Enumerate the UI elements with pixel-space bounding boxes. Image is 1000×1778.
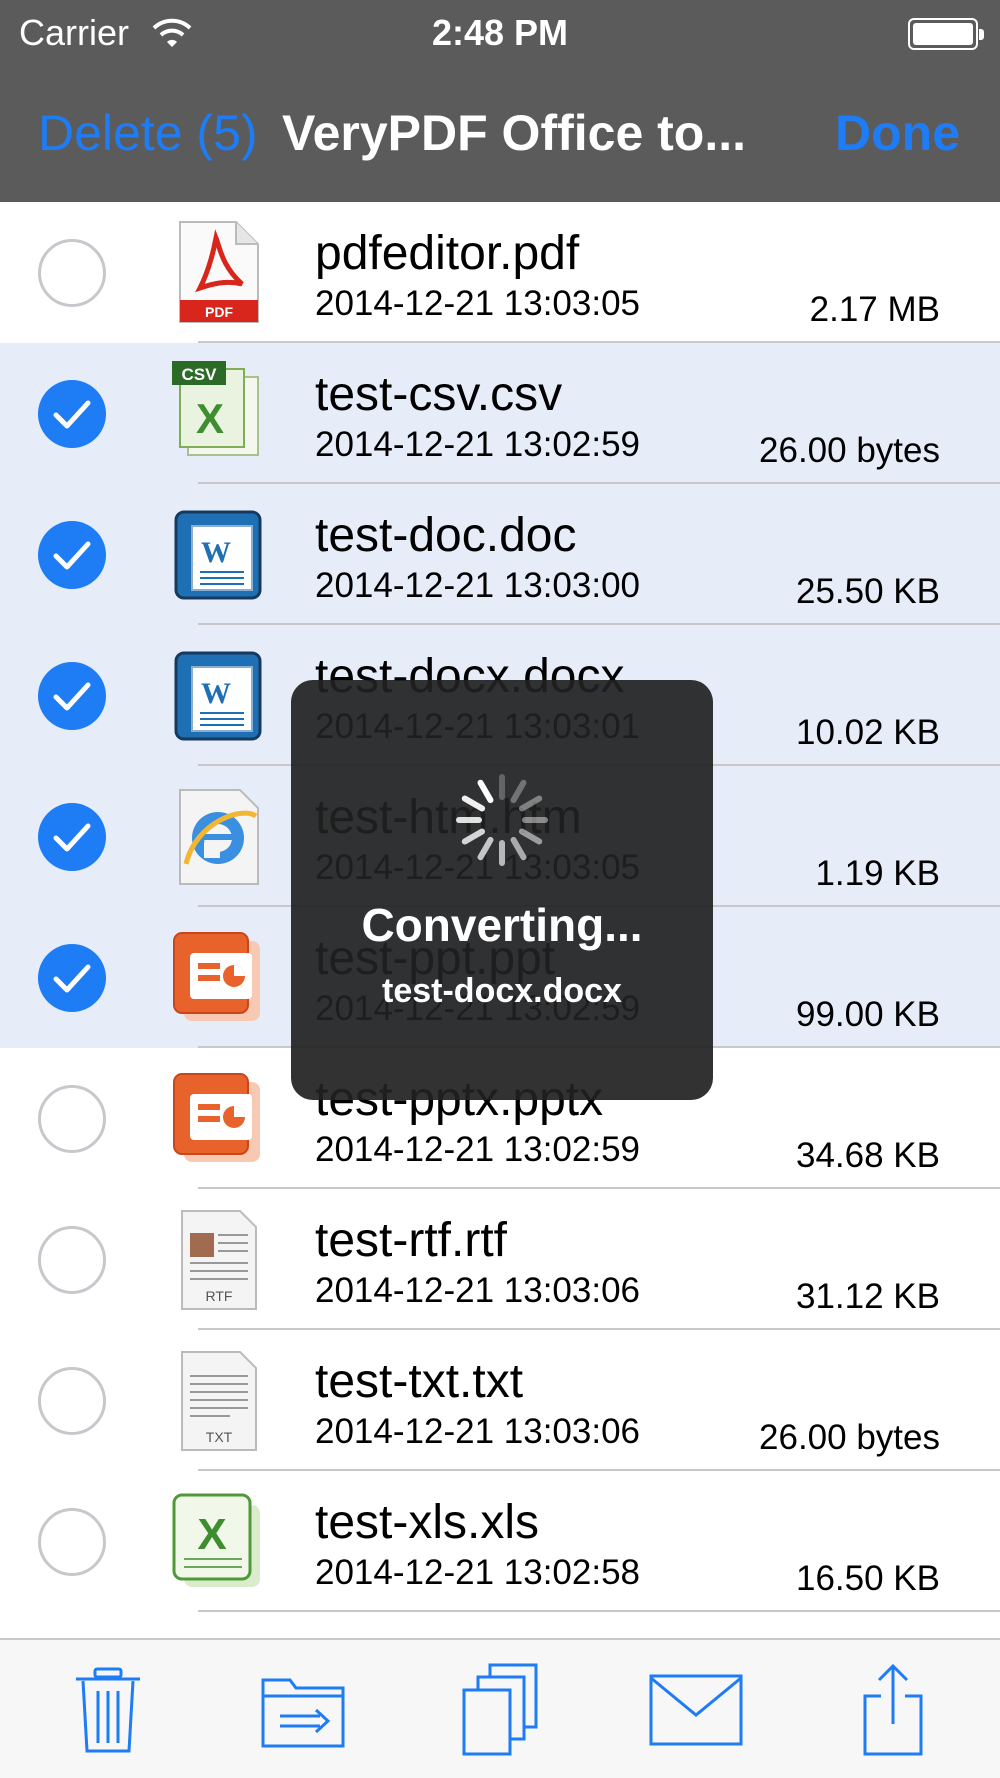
mail-icon [649,1674,743,1746]
empty-circle-icon[interactable] [38,1085,106,1153]
status-bar: Carrier 2:48 PM [0,0,1000,68]
file-date: 2014-12-21 13:02:59 [315,1130,640,1169]
svg-text:TXT: TXT [206,1429,233,1445]
file-row[interactable]: X CSV test-csv.csv 2014-12-21 13:02:59 26.… [0,343,1000,484]
battery-icon [908,18,984,50]
svg-text:W: W [201,677,231,710]
file-row[interactable]: PDF pdfeditor.pdf 2014-12-21 13:03:05 2.17… [0,202,1000,343]
trash-icon [76,1667,140,1753]
share-icon [863,1663,923,1756]
checkmark-circle-icon[interactable] [38,944,106,1012]
row-separator [198,1610,1000,1612]
word-icon: W [170,500,266,610]
file-size: 16.50 KB [796,1559,940,1598]
trash-button[interactable] [68,1662,148,1758]
ppt-icon [170,1064,266,1174]
file-date: 2014-12-21 13:03:00 [315,566,640,605]
svg-text:X: X [196,395,224,442]
svg-text:W: W [201,536,231,569]
checkmark-circle-icon[interactable] [38,380,106,448]
file-size: 2.17 MB [809,290,940,329]
empty-circle-icon[interactable] [38,239,106,307]
svg-text:RTF: RTF [206,1288,233,1304]
file-size: 10.02 KB [796,713,940,752]
file-name: pdfeditor.pdf [315,227,580,280]
delete-button[interactable]: Delete (5) [38,104,258,162]
pdf-icon: PDF [170,218,266,328]
file-date: 2014-12-21 13:03:06 [315,1412,640,1451]
bottom-toolbar [0,1638,1000,1778]
move-button[interactable] [258,1662,348,1758]
ie-icon [170,782,266,892]
word-icon: W [170,641,266,751]
file-name: test-txt.txt [315,1355,524,1408]
hud-file: test-docx.docx [382,972,622,1010]
file-size: 1.19 KB [815,854,940,893]
file-row[interactable]: TXT test-txt.txt 2014-12-21 13:03:06 26.00… [0,1330,1000,1471]
file-name: test-csv.csv [315,368,563,421]
file-size: 31.12 KB [796,1277,940,1316]
empty-circle-icon[interactable] [38,1226,106,1294]
file-date: 2014-12-21 13:02:59 [315,425,640,464]
svg-text:X: X [197,1510,226,1559]
share-button[interactable] [858,1662,928,1758]
status-time: 2:48 PM [431,12,569,53]
file-size: 25.50 KB [796,572,940,611]
checkmark-circle-icon[interactable] [38,803,106,871]
move-folder-icon [261,1678,345,1748]
csv-icon: X CSV [170,359,266,469]
empty-circle-icon[interactable] [38,1508,106,1576]
hud-message: Converting... [361,899,643,951]
file-name: test-rtf.rtf [315,1214,507,1267]
file-size: 34.68 KB [796,1136,940,1175]
file-row[interactable]: X test-xls.xls 2014-12-21 13:02:58 16.50 K… [0,1471,1000,1612]
excel-icon: X [170,1487,266,1597]
svg-text:PDF: PDF [205,304,233,320]
copy-button[interactable] [458,1662,542,1758]
checkmark-circle-icon[interactable] [38,662,106,730]
mail-button[interactable] [648,1662,744,1758]
file-row[interactable]: RTF test-rtf.rtf 2014-12-21 13:03:06 31.12… [0,1189,1000,1330]
file-name: test-doc.doc [315,509,577,562]
file-size: 99.00 KB [796,995,940,1034]
done-button[interactable]: Done [835,104,960,162]
file-row[interactable]: W test-doc.doc 2014-12-21 13:03:00 25.50 K… [0,484,1000,625]
file-date: 2014-12-21 13:02:58 [315,1553,640,1592]
spinner-icon [456,774,548,866]
file-date: 2014-12-21 13:03:06 [315,1271,640,1310]
file-name: test-xls.xls [315,1496,540,1549]
ppt-icon [170,923,266,1033]
checkmark-circle-icon[interactable] [38,521,106,589]
copy-icon [462,1663,538,1756]
rtf-icon: RTF [170,1205,266,1315]
txt-icon: TXT [170,1346,266,1456]
file-date: 2014-12-21 13:03:05 [315,284,640,323]
empty-circle-icon[interactable] [38,1367,106,1435]
file-size: 26.00 bytes [759,1418,940,1457]
file-size: 26.00 bytes [759,431,940,470]
page-title: VeryPDF Office to... [282,105,747,161]
converting-hud: Converting... test-docx.docx [291,680,713,1100]
svg-text:CSV: CSV [182,365,218,384]
navigation-bar: Delete (5) VeryPDF Office to... Done [0,68,1000,202]
